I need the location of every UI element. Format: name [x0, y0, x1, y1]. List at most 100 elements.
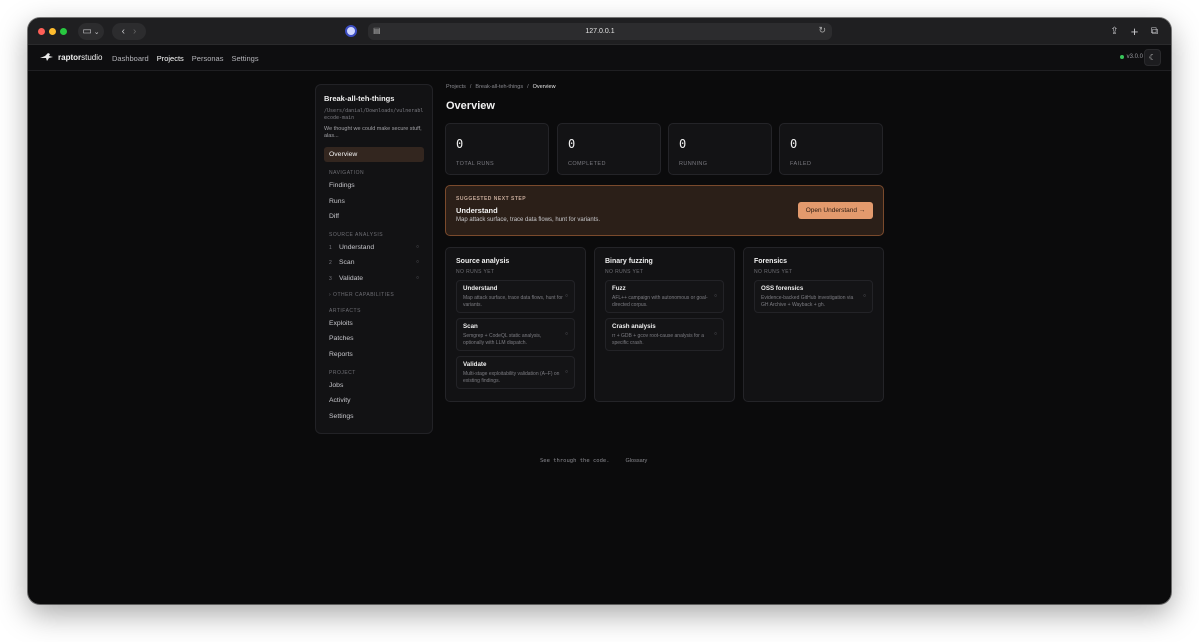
suggestion-title: Understand: [456, 206, 498, 215]
app-header: raptorstudio Dashboard Projects Personas…: [28, 45, 1171, 71]
back-arrow-icon[interactable]: ‹: [122, 26, 125, 37]
step-label: Scan: [339, 259, 355, 267]
status-circle-icon: ○: [564, 369, 568, 375]
status-circle-icon: ○: [713, 331, 717, 337]
open-understand-button[interactable]: Open Understand →: [798, 202, 873, 219]
page-title: Overview: [446, 100, 495, 112]
sidebar-section-project: PROJECT: [329, 369, 356, 376]
capability-validate[interactable]: Validate Multi-stage exploitability vali…: [456, 356, 575, 389]
minimize-window-button[interactable]: [49, 28, 56, 35]
capability-understand[interactable]: Understand Map attack surface, trace dat…: [456, 280, 575, 313]
sidebar-item-activity[interactable]: Activity: [324, 393, 424, 408]
nav-personas[interactable]: Personas: [192, 54, 224, 63]
status-circle-icon: ○: [564, 331, 568, 337]
breadcrumb-projects[interactable]: Projects: [446, 84, 466, 90]
privacy-shield-icon[interactable]: [345, 25, 357, 37]
sidebar-section-navigation: NAVIGATION: [329, 170, 365, 176]
share-icon[interactable]: ⇪: [1106, 23, 1123, 40]
stat-card-completed: 0 COMPLETED: [557, 123, 661, 175]
stat-label: COMPLETED: [568, 161, 606, 167]
capability-description: Multi-stage exploitability validation (A…: [463, 371, 560, 384]
sidebar-toggle-button[interactable]: ▭ ⌄: [78, 23, 104, 40]
tab-overview-icon[interactable]: ⧉: [1146, 23, 1163, 40]
panel-subtitle: NO RUNS YET: [605, 269, 644, 275]
capability-description: rr + GDB + gcov root-cause analysis for …: [612, 333, 704, 346]
breadcrumb-project[interactable]: Break-all-teh-things: [475, 84, 523, 90]
suggestion-kicker: SUGGESTED NEXT STEP: [456, 196, 527, 202]
stat-label: TOTAL RUNS: [456, 161, 495, 167]
nav-settings[interactable]: Settings: [231, 54, 258, 63]
nav-projects[interactable]: Projects: [157, 54, 184, 63]
step-label: Understand: [339, 244, 375, 252]
capability-description: Map attack surface, trace data flows, hu…: [463, 295, 563, 308]
step-number: 2: [329, 260, 332, 267]
sidebar-item-reports[interactable]: Reports: [324, 347, 424, 362]
version-badge: v3.0.0: [1119, 54, 1143, 60]
capability-name: Validate: [463, 361, 487, 368]
page-info-icon[interactable]: ▤: [373, 26, 381, 35]
capability-name: Scan: [463, 323, 478, 330]
brand-prefix: raptor: [58, 52, 82, 62]
moon-icon: ☾: [1148, 53, 1157, 62]
breadcrumb-separator: /: [469, 84, 472, 90]
url-text: 127.0.0.1: [585, 28, 615, 35]
history-nav: ‹ ›: [112, 23, 146, 40]
project-sidebar: Break-all-teh-things /Users/danial/Downl…: [315, 84, 433, 434]
version-label: v3.0.0: [1126, 54, 1143, 60]
stat-value: 0: [679, 137, 687, 151]
capability-scan[interactable]: Scan Semgrep + CodeQL static analysis, o…: [456, 318, 575, 351]
capability-name: Understand: [463, 285, 498, 292]
raptor-icon: [40, 53, 53, 61]
address-bar[interactable]: ▤ 127.0.0.1 ↻: [368, 23, 832, 40]
sidebar-item-runs[interactable]: Runs: [324, 194, 424, 209]
sidebar-item-diff[interactable]: Diff: [324, 209, 424, 224]
sidebar-item-validate[interactable]: 3 Validate ○: [324, 271, 424, 286]
theme-toggle-button[interactable]: ☾: [1144, 49, 1161, 66]
capability-oss-forensics[interactable]: OSS forensics Evidence-backed GitHub inv…: [754, 280, 873, 313]
new-tab-icon[interactable]: +: [1126, 23, 1143, 40]
suggested-next-step-card: SUGGESTED NEXT STEP Understand Map attac…: [445, 185, 884, 236]
capability-name: Crash analysis: [612, 323, 656, 330]
stat-value: 0: [456, 137, 464, 151]
sidebar-item-overview[interactable]: Overview: [324, 147, 424, 162]
sidebar-item-settings[interactable]: Settings: [324, 409, 424, 424]
sidebar-item-jobs[interactable]: Jobs: [324, 378, 424, 393]
sidebar-item-scan[interactable]: 2 Scan ○: [324, 255, 424, 270]
other-capabilities-toggle[interactable]: › OTHER CAPABILITIES: [324, 291, 424, 300]
capability-fuzz[interactable]: Fuzz AFL++ campaign with autonomous or g…: [605, 280, 724, 313]
capability-name: OSS forensics: [761, 285, 804, 292]
breadcrumb-separator: /: [527, 84, 529, 90]
stat-card-running: 0 RUNNING: [668, 123, 772, 175]
step-label: Validate: [339, 274, 364, 282]
forward-arrow-icon[interactable]: ›: [133, 26, 136, 37]
panel-title: Binary fuzzing: [605, 258, 653, 265]
app-logo[interactable]: raptorstudio: [40, 52, 102, 62]
sidebar-section-artifacts: ARTIFACTS: [329, 307, 361, 314]
status-circle-icon: ○: [415, 274, 419, 281]
footer-tagline: See through the code.: [540, 458, 610, 464]
capability-crash-analysis[interactable]: Crash analysis rr + GDB + gcov root-caus…: [605, 318, 724, 351]
status-circle-icon: ○: [415, 259, 419, 266]
project-description: We thought we could make secure stuff, a…: [324, 126, 422, 139]
panel-subtitle: NO RUNS YET: [754, 269, 793, 275]
nav-dashboard[interactable]: Dashboard: [112, 54, 149, 63]
chevron-down-icon: ⌄: [93, 28, 100, 36]
glossary-link[interactable]: Glossary: [626, 458, 648, 464]
capability-description: Evidence-backed GitHub investigation via…: [761, 295, 854, 308]
brand-suffix: studio: [81, 52, 103, 62]
sidebar-item-exploits[interactable]: Exploits: [324, 316, 424, 331]
reload-icon[interactable]: ↻: [818, 25, 826, 36]
close-window-button[interactable]: [38, 28, 45, 35]
step-number: 1: [329, 245, 332, 252]
stat-card-total-runs: 0 TOTAL RUNS: [445, 123, 549, 175]
stat-value: 0: [790, 137, 798, 151]
status-dot-icon: [1119, 55, 1124, 59]
stat-value: 0: [568, 137, 576, 151]
sidebar-item-findings[interactable]: Findings: [324, 178, 424, 193]
sidebar-item-understand[interactable]: 1 Understand ○: [324, 240, 424, 255]
panel-subtitle: NO RUNS YET: [456, 269, 495, 275]
panel-title: Source analysis: [456, 258, 510, 265]
maximize-window-button[interactable]: [60, 28, 67, 35]
sidebar-section-source-analysis: SOURCE ANALYSIS: [329, 231, 384, 238]
sidebar-item-patches[interactable]: Patches: [324, 331, 424, 346]
